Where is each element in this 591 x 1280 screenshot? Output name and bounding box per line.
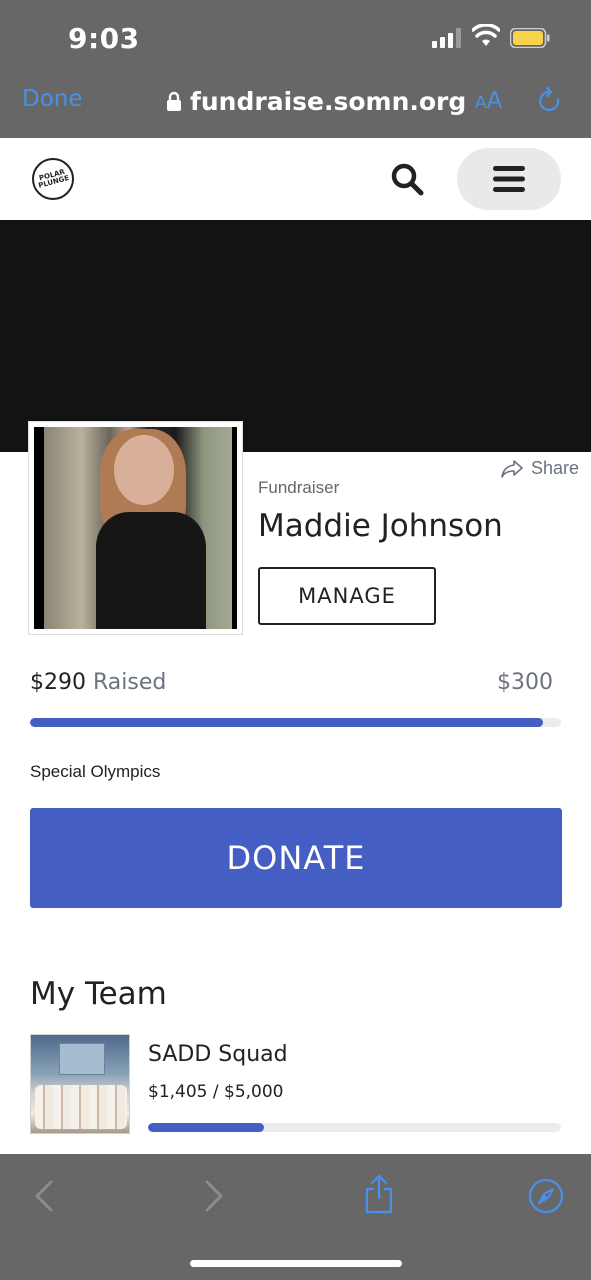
browser-toolbar: Done fundraise.somn.org AA (0, 72, 591, 138)
text-size-small-glyph: A (475, 93, 487, 113)
hamburger-menu-icon (493, 166, 525, 192)
status-bar: 9:03 (0, 0, 591, 72)
done-button[interactable]: Done (22, 86, 83, 112)
fundraiser-role-label: Fundraiser (258, 478, 340, 497)
forward-chevron-icon[interactable] (204, 1180, 224, 1212)
status-time: 9:03 (68, 22, 140, 55)
menu-button[interactable] (457, 148, 561, 210)
raised-value: $290 (30, 670, 86, 695)
text-size-button[interactable]: AA (475, 88, 502, 114)
fundraiser-name: Maddie Johnson (258, 508, 503, 544)
raised-label: Raised (93, 670, 167, 695)
lock-icon (167, 91, 181, 111)
compass-icon[interactable] (528, 1178, 564, 1214)
cover-banner (0, 220, 591, 452)
text-size-big-glyph: A (486, 88, 503, 114)
team-progress-bar (148, 1123, 561, 1132)
donate-button[interactable]: DONATE (30, 808, 562, 908)
address-bar[interactable]: fundraise.somn.org (166, 84, 466, 118)
fundraising-progress-bar (30, 718, 561, 727)
search-icon[interactable] (390, 162, 424, 196)
battery-icon (510, 28, 550, 48)
raised-amount: $290 Raised (30, 670, 166, 695)
site-header: POLAR PLUNGE (0, 138, 591, 220)
team-name-link[interactable]: SADD Squad (148, 1042, 288, 1067)
cellular-signal-icon (432, 28, 461, 48)
back-chevron-icon[interactable] (34, 1180, 54, 1212)
team-photo[interactable] (30, 1034, 130, 1134)
share-button[interactable]: Share (501, 458, 579, 479)
my-team-heading: My Team (30, 976, 167, 1012)
team-progress-fill (148, 1123, 265, 1132)
share-label: Share (531, 458, 580, 478)
manage-button[interactable]: MANAGE (258, 567, 436, 625)
progress-fill (30, 718, 544, 727)
fundraiser-photo (28, 421, 243, 635)
organization-name: Special Olympics (30, 762, 161, 781)
goal-amount: $300 (497, 670, 553, 695)
share-sheet-icon[interactable] (364, 1174, 394, 1214)
reload-icon[interactable] (537, 87, 563, 115)
home-indicator (190, 1260, 402, 1267)
url-text: fundraise.somn.org (190, 86, 467, 116)
team-amount: $1,405 / $5,000 (148, 1082, 284, 1102)
logo-text: POLAR PLUNGE (37, 167, 70, 190)
wifi-icon (472, 24, 500, 46)
browser-bottom-toolbar (0, 1154, 591, 1280)
share-arrow-icon (501, 459, 523, 478)
polar-plunge-logo[interactable]: POLAR PLUNGE (32, 158, 74, 200)
